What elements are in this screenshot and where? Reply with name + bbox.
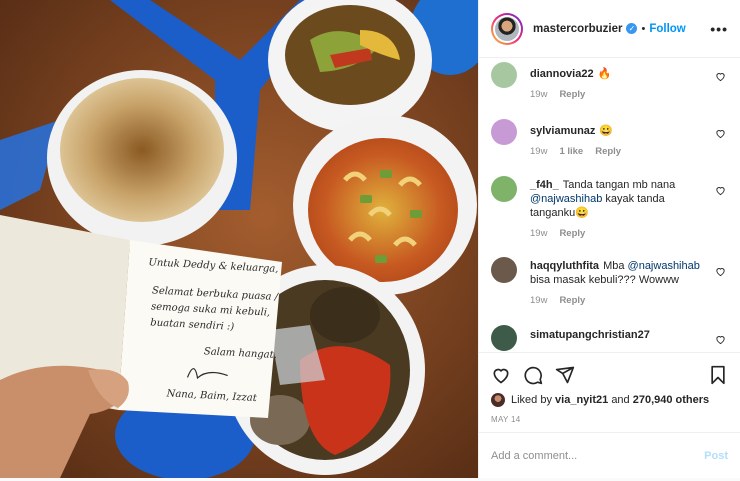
likes-prefix: Liked by xyxy=(511,394,552,406)
heart-icon[interactable] xyxy=(491,365,511,385)
comment-item: simatupangchristian27 xyxy=(491,325,728,351)
comment-likes[interactable]: 1 like xyxy=(559,146,583,157)
comment-username[interactable]: simatupangchristian27 xyxy=(530,329,650,341)
comment-item: sylviamunaz 😀 19w 1 like Reply xyxy=(491,119,728,159)
reply-button[interactable]: Reply xyxy=(559,228,585,239)
likes-count[interactable]: 270,940 others xyxy=(633,394,709,406)
share-icon[interactable] xyxy=(555,365,575,385)
comment-item: diannovia22 🔥 19w Reply xyxy=(491,62,728,102)
liker-avatar[interactable] xyxy=(491,393,505,407)
likes-connector: and xyxy=(611,394,630,406)
likes-summary: Liked by via_nyit21 and 270,940 others xyxy=(479,389,740,407)
more-options-icon[interactable]: ••• xyxy=(710,21,728,37)
comment-avatar[interactable] xyxy=(491,119,517,145)
author-avatar[interactable] xyxy=(491,12,523,45)
comment-text: 🔥 xyxy=(597,68,612,80)
verified-badge-icon: ✓ xyxy=(626,23,638,34)
comment-avatar[interactable] xyxy=(491,325,517,351)
comment-text-after: bisa masak kebuli??? Wowww xyxy=(530,274,679,286)
comment-text: Mba xyxy=(603,260,625,272)
instagram-post-frame: Untuk Deddy & keluarga, Selamat berbuka … xyxy=(0,0,740,481)
comment-avatar[interactable] xyxy=(491,176,517,202)
reply-button[interactable]: Reply xyxy=(559,89,585,100)
reply-button[interactable]: Reply xyxy=(559,295,585,306)
author-username[interactable]: mastercorbuzier xyxy=(533,23,622,35)
post-header: mastercorbuzier ✓ • Follow ••• xyxy=(479,0,740,58)
comment-username[interactable]: _f4h_ xyxy=(530,179,559,191)
comment-like-heart-icon[interactable] xyxy=(715,334,726,345)
comment-username[interactable]: sylviamunaz xyxy=(530,125,595,137)
comment-like-heart-icon[interactable] xyxy=(715,71,726,82)
post-side-panel: mastercorbuzier ✓ • Follow ••• diannovia… xyxy=(478,0,740,478)
follow-button[interactable]: Follow xyxy=(649,23,685,35)
comment-time[interactable]: 19w xyxy=(530,146,547,157)
comment-item: _f4h_ Tanda tangan mb nana @najwashihab k… xyxy=(491,176,728,241)
comment-input[interactable] xyxy=(491,449,705,462)
comment-avatar[interactable] xyxy=(491,62,517,88)
comment-icon[interactable] xyxy=(523,365,543,385)
comment-username[interactable]: haqqyluthfita xyxy=(530,260,599,272)
post-date[interactable]: MAY 14 xyxy=(479,407,740,424)
comment-like-heart-icon[interactable] xyxy=(715,185,726,196)
comment-username[interactable]: diannovia22 xyxy=(530,68,594,80)
post-comment-button[interactable]: Post xyxy=(704,450,728,462)
add-comment-bar: Post xyxy=(479,432,740,478)
comment-text: 😀 xyxy=(599,125,614,137)
reply-button[interactable]: Reply xyxy=(595,146,621,157)
comment-like-heart-icon[interactable] xyxy=(715,128,726,139)
bookmark-icon[interactable] xyxy=(708,365,728,385)
comment-item: haqqyluthfita Mba @najwashihab bisa masak… xyxy=(491,257,728,308)
comment-mention[interactable]: @najwashihab xyxy=(628,260,700,272)
comment-time[interactable]: 19w xyxy=(530,89,547,100)
comment-mention[interactable]: @najwashihab xyxy=(530,193,602,205)
liker-username[interactable]: via_nyit21 xyxy=(555,394,608,406)
separator-dot: • xyxy=(641,22,646,35)
comment-like-heart-icon[interactable] xyxy=(715,266,726,277)
food-photo-illustration: Untuk Deddy & keluarga, Selamat berbuka … xyxy=(0,0,478,478)
comments-list[interactable]: diannovia22 🔥 19w Reply sylviamunaz 😀 19w 1 … xyxy=(479,58,740,351)
comment-time[interactable]: 19w xyxy=(530,295,547,306)
comment-text: Tanda tangan mb nana xyxy=(562,179,676,191)
comment-avatar[interactable] xyxy=(491,257,517,283)
post-photo[interactable]: Untuk Deddy & keluarga, Selamat berbuka … xyxy=(0,0,478,478)
comment-time[interactable]: 19w xyxy=(530,228,547,239)
